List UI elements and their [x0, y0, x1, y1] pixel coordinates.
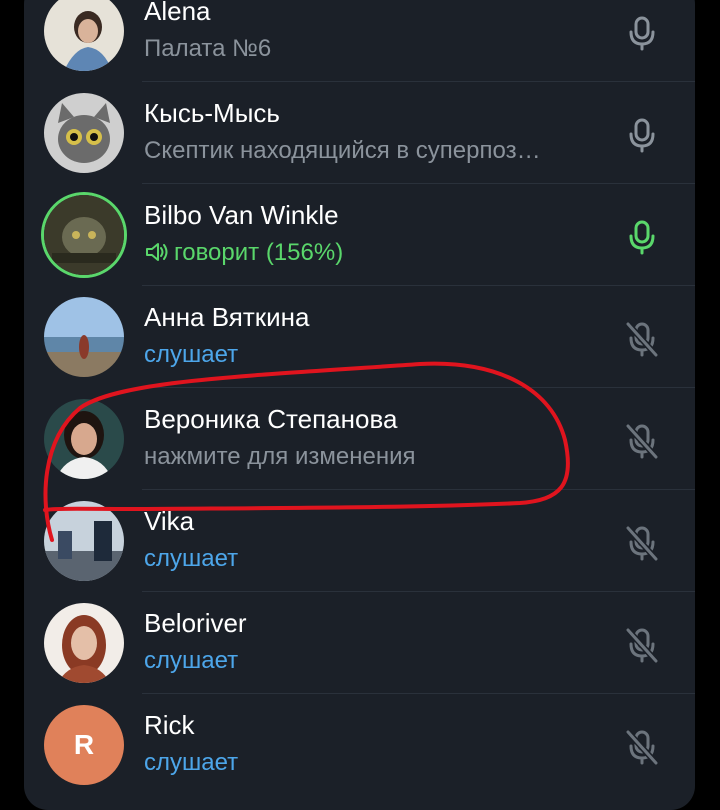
- mic-muted-icon[interactable]: [622, 421, 662, 461]
- participant-name: Анна Вяткина: [144, 302, 310, 332]
- participant-status: говорит (156%): [144, 239, 343, 267]
- participant-status: слушает: [144, 545, 239, 572]
- participant-row-bilbo[interactable]: Bilbo Van Winkle говорит (156%): [24, 184, 695, 286]
- mic-icon[interactable]: [622, 115, 662, 155]
- mic-icon[interactable]: [622, 13, 662, 53]
- participant-row-vika[interactable]: Vika слушает: [24, 490, 695, 592]
- avatar-alena: [44, 0, 124, 71]
- participant-row-rick[interactable]: R Rick слушает: [24, 694, 695, 796]
- participant-row-kys-mys[interactable]: Кысь-Мысь Скептик находящийся в суперпоз…: [24, 82, 695, 184]
- participant-row-veronika[interactable]: Вероника Степанова нажмите для изменения: [24, 388, 695, 490]
- participant-status: слушает: [144, 647, 239, 674]
- participant-name: Вероника Степанова: [144, 404, 398, 434]
- participant-name: Vika: [144, 506, 195, 536]
- participant-status: слушает: [144, 341, 239, 368]
- avatar-veronika: [44, 399, 124, 479]
- avatar-bilbo: [41, 192, 127, 278]
- mic-icon[interactable]: [622, 217, 662, 257]
- participant-status: нажмите для изменения: [144, 443, 416, 470]
- mic-muted-icon[interactable]: [622, 523, 662, 563]
- avatar-beloriver: [44, 603, 124, 683]
- speaker-icon: [146, 243, 168, 261]
- participant-name: Кысь-Мысь: [144, 98, 280, 128]
- participant-name: Alena: [144, 0, 211, 26]
- participant-status: слушает: [144, 749, 239, 776]
- participant-status: Палата №6: [144, 35, 272, 62]
- avatar-vika: [44, 501, 124, 581]
- participant-row-alena[interactable]: Alena Палата №6: [24, 0, 695, 82]
- avatar-rick: R: [44, 705, 124, 785]
- participant-status-text: говорит (156%): [174, 239, 344, 266]
- participant-status: Скептик находящийся в суперпоз…: [144, 137, 541, 164]
- avatar-kys-mys: [44, 93, 124, 173]
- participant-name: Beloriver: [144, 608, 247, 638]
- participant-name: Rick: [144, 710, 195, 740]
- participant-name: Bilbo Van Winkle: [144, 200, 339, 230]
- mic-muted-icon[interactable]: [622, 319, 662, 359]
- participant-row-anna[interactable]: Анна Вяткина слушает: [24, 286, 695, 388]
- mic-muted-icon[interactable]: [622, 727, 662, 767]
- avatar-anna: [44, 297, 124, 377]
- participant-row-beloriver[interactable]: Beloriver слушает: [24, 592, 695, 694]
- mic-muted-icon[interactable]: [622, 625, 662, 665]
- participants-panel: Alena Палата №6 Кысь-Мысь Скептик находя…: [24, 0, 695, 810]
